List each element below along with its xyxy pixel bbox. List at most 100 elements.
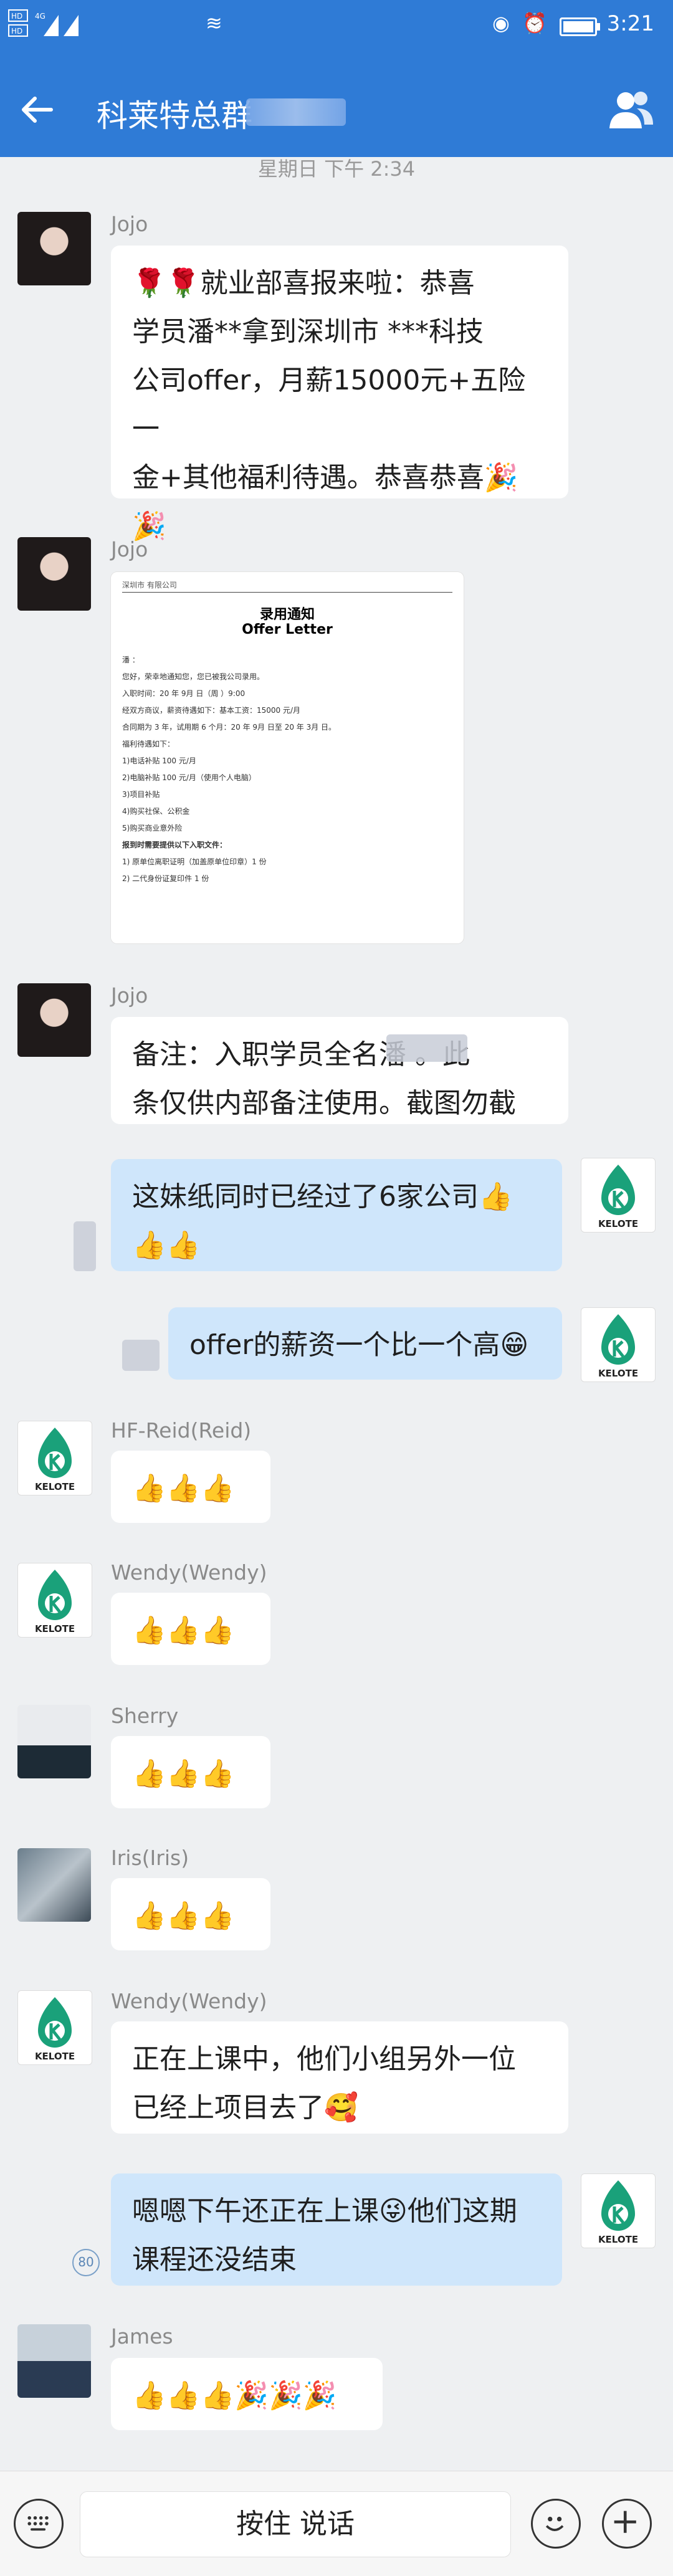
sender-name: Wendy(Wendy) bbox=[111, 1560, 267, 1585]
letter-line: 3)项目补贴 bbox=[122, 790, 160, 799]
logo-text: KELOTE bbox=[35, 1481, 75, 1492]
avatar-kelote-logo[interactable]: KELOTE bbox=[581, 1307, 656, 1382]
message-line: 公司offer，月薪15000元+五险一 bbox=[132, 365, 526, 445]
status-time: 3:21 bbox=[606, 11, 654, 36]
alarm-icon: ⏰ bbox=[522, 11, 547, 35]
message-emoji: 👍👍👍🎉🎉🎉 bbox=[132, 2380, 337, 2411]
message-bubble[interactable]: 👍👍👍🎉🎉🎉 bbox=[111, 2358, 383, 2430]
sender-name: Jojo bbox=[111, 983, 148, 1008]
status-bar: HD HD 4G ≋ ◉ ⏰ 3:21 bbox=[0, 0, 673, 47]
kelote-logo-icon: KELOTE bbox=[35, 1570, 75, 1634]
sender-name: HF-Reid(Reid) bbox=[111, 1418, 252, 1443]
avatar-iris[interactable] bbox=[17, 1848, 91, 1922]
sender-name: Sherry bbox=[111, 1704, 179, 1728]
message-line: 👍👍 bbox=[132, 1229, 201, 1261]
letter-line: 潘 ： bbox=[122, 656, 140, 664]
svg-text:HD: HD bbox=[11, 27, 22, 36]
message-line: 正在上课中，他们小组另外一位 bbox=[132, 2043, 516, 2075]
kelote-logo-icon: KELOTE bbox=[35, 1997, 75, 2062]
keyboard-toggle-button[interactable] bbox=[14, 2499, 64, 2549]
svg-text:4G: 4G bbox=[35, 12, 45, 21]
avatar-sherry[interactable] bbox=[17, 1705, 91, 1778]
letter-line: 福利待遇如下： bbox=[122, 740, 175, 748]
chat-header: 科莱特总群 bbox=[0, 47, 673, 157]
message-bubble[interactable]: 👍👍👍 bbox=[111, 1736, 270, 1808]
message-bubble[interactable]: 🌹🌹就业部喜报来啦：恭喜 学员潘**拿到深圳市 ***科技 公司offer，月薪… bbox=[111, 246, 568, 542]
avatar-kelote-logo[interactable]: KELOTE bbox=[17, 1421, 92, 1496]
emoji-button[interactable] bbox=[531, 2499, 581, 2549]
message-bubble[interactable]: 👍👍👍 bbox=[111, 1878, 270, 1950]
letter-line: 报到时需要提供以下入职文件： bbox=[122, 841, 227, 849]
divider bbox=[122, 592, 452, 593]
avatar-kelote-logo[interactable]: KELOTE bbox=[17, 1563, 92, 1638]
back-arrow-icon[interactable] bbox=[19, 91, 56, 128]
message-line: 金+其他福利待遇。恭喜恭喜🎉 bbox=[132, 462, 518, 494]
logo-text: KELOTE bbox=[35, 2051, 75, 2062]
letter-line: 经双方商议，薪资待遇如下：基本工资：15000 元/月 bbox=[122, 706, 301, 715]
avatar-kelote-logo[interactable]: KELOTE bbox=[581, 2173, 656, 2248]
offer-letter-image[interactable]: 深圳市 有限公司 录用通知 Offer Letter 潘 ： 您好，荣幸地通知您… bbox=[111, 572, 464, 943]
kelote-logo-icon: KELOTE bbox=[35, 1428, 75, 1492]
keyboard-icon bbox=[27, 2516, 49, 2531]
letter-line: 4)购买社保、公积金 bbox=[122, 807, 190, 816]
letter-line: 入职时间：20 年 9月 日（周 ）9:00 bbox=[122, 689, 246, 698]
battery-icon bbox=[560, 17, 600, 36]
smiley-icon bbox=[545, 2516, 564, 2532]
logo-text: KELOTE bbox=[598, 2234, 638, 2245]
message-bubble[interactable]: 👍👍👍 bbox=[111, 1451, 270, 1523]
message-timestamp: 星期日 下午 2:34 bbox=[257, 157, 416, 181]
message-line: 已经上项目去了🥰 bbox=[132, 2092, 358, 2124]
message-bubble[interactable]: 这妹纸同时已经过了6家公司👍 👍👍 bbox=[111, 1159, 562, 1271]
read-count-badge[interactable]: 80 bbox=[72, 2249, 100, 2276]
letter-title-cn: 录用通知 bbox=[259, 607, 315, 623]
letter-body: 潘 ： 您好，荣幸地通知您，您已被我公司录用。 入职时间：20 年 9月 日（周… bbox=[122, 652, 336, 887]
sender-name: James bbox=[111, 2324, 173, 2349]
message-bubble[interactable]: 正在上课中，他们小组另外一位 已经上项目去了🥰 bbox=[111, 2021, 568, 2134]
redacted-name bbox=[386, 1034, 467, 1062]
wifi-icon: ≋ bbox=[206, 11, 222, 35]
logo-text: KELOTE bbox=[35, 1623, 75, 1634]
group-members-icon[interactable] bbox=[608, 90, 654, 130]
letter-line: 您好，荣幸地通知您，您已被我公司录用。 bbox=[122, 672, 265, 681]
letter-line: 2) 二代身份证复印件 1 份 bbox=[122, 874, 209, 883]
chat-title: 科莱特总群 bbox=[97, 98, 252, 134]
redacted-area bbox=[74, 1221, 96, 1271]
kelote-logo-icon: KELOTE bbox=[598, 1165, 638, 1229]
message-bubble[interactable]: 嗯嗯下午还正在上课😜他们这期 课程还没结束 bbox=[111, 2173, 562, 2286]
message-line: 备注：入职学员全名潘 。此 bbox=[132, 1039, 470, 1071]
letter-line: 1)电话补贴 100 元/月 bbox=[122, 756, 196, 765]
more-options-button[interactable] bbox=[602, 2499, 652, 2549]
letter-line: 2)电脑补贴 100 元/月（使用个人电脑） bbox=[122, 773, 256, 782]
redacted-area bbox=[122, 1340, 160, 1371]
message-emoji: 👍👍👍 bbox=[132, 1758, 235, 1790]
letter-line: 合同期为 3 年，试用期 6 个月：20 年 9月 日至 20 年 3月 日。 bbox=[122, 723, 336, 732]
message-bubble[interactable]: 👍👍👍 bbox=[111, 1593, 270, 1665]
kelote-logo-icon: KELOTE bbox=[598, 2180, 638, 2245]
sender-name: Jojo bbox=[111, 537, 148, 561]
hold-to-talk-button[interactable]: 按住 说话 bbox=[80, 2491, 511, 2557]
plus-icon bbox=[614, 2511, 636, 2533]
message-line: offer的薪资一个比一个高😁 bbox=[189, 1329, 529, 1361]
eye-icon: ◉ bbox=[492, 11, 510, 35]
sender-name: Jojo bbox=[111, 212, 148, 236]
message-bubble[interactable]: offer的薪资一个比一个高😁 bbox=[168, 1307, 562, 1380]
avatar-james[interactable] bbox=[17, 2324, 91, 2398]
message-bubble[interactable]: 备注：入职学员全名潘 。此 条仅供内部备注使用。截图勿截 bbox=[111, 1017, 568, 1124]
letter-line: 1) 原单位离职证明（加盖原单位印章）1 份 bbox=[122, 857, 267, 866]
avatar-kelote-logo[interactable]: KELOTE bbox=[581, 1158, 656, 1233]
message-emoji: 👍👍👍 bbox=[132, 1472, 235, 1504]
sender-name: Wendy(Wendy) bbox=[111, 1989, 267, 2013]
sender-name: Iris(Iris) bbox=[111, 1846, 189, 1870]
message-line: 学员潘**拿到深圳市 ***科技 bbox=[132, 316, 484, 348]
letter-company-header: 深圳市 有限公司 bbox=[122, 581, 177, 589]
message-emoji: 👍👍👍 bbox=[132, 1615, 235, 1646]
avatar-jojo[interactable] bbox=[17, 537, 91, 611]
redacted-title-part bbox=[246, 98, 346, 126]
message-line: 条仅供内部备注使用。截图勿截 bbox=[132, 1087, 516, 1119]
avatar-jojo[interactable] bbox=[17, 983, 91, 1057]
message-composer: 按住 说话 bbox=[0, 2471, 673, 2576]
letter-line: 5)购买商业意外险 bbox=[122, 824, 183, 832]
message-line: 嗯嗯下午还正在上课😜他们这期 bbox=[132, 2195, 517, 2227]
avatar-jojo[interactable] bbox=[17, 212, 91, 285]
avatar-kelote-logo[interactable]: KELOTE bbox=[17, 1990, 92, 2065]
